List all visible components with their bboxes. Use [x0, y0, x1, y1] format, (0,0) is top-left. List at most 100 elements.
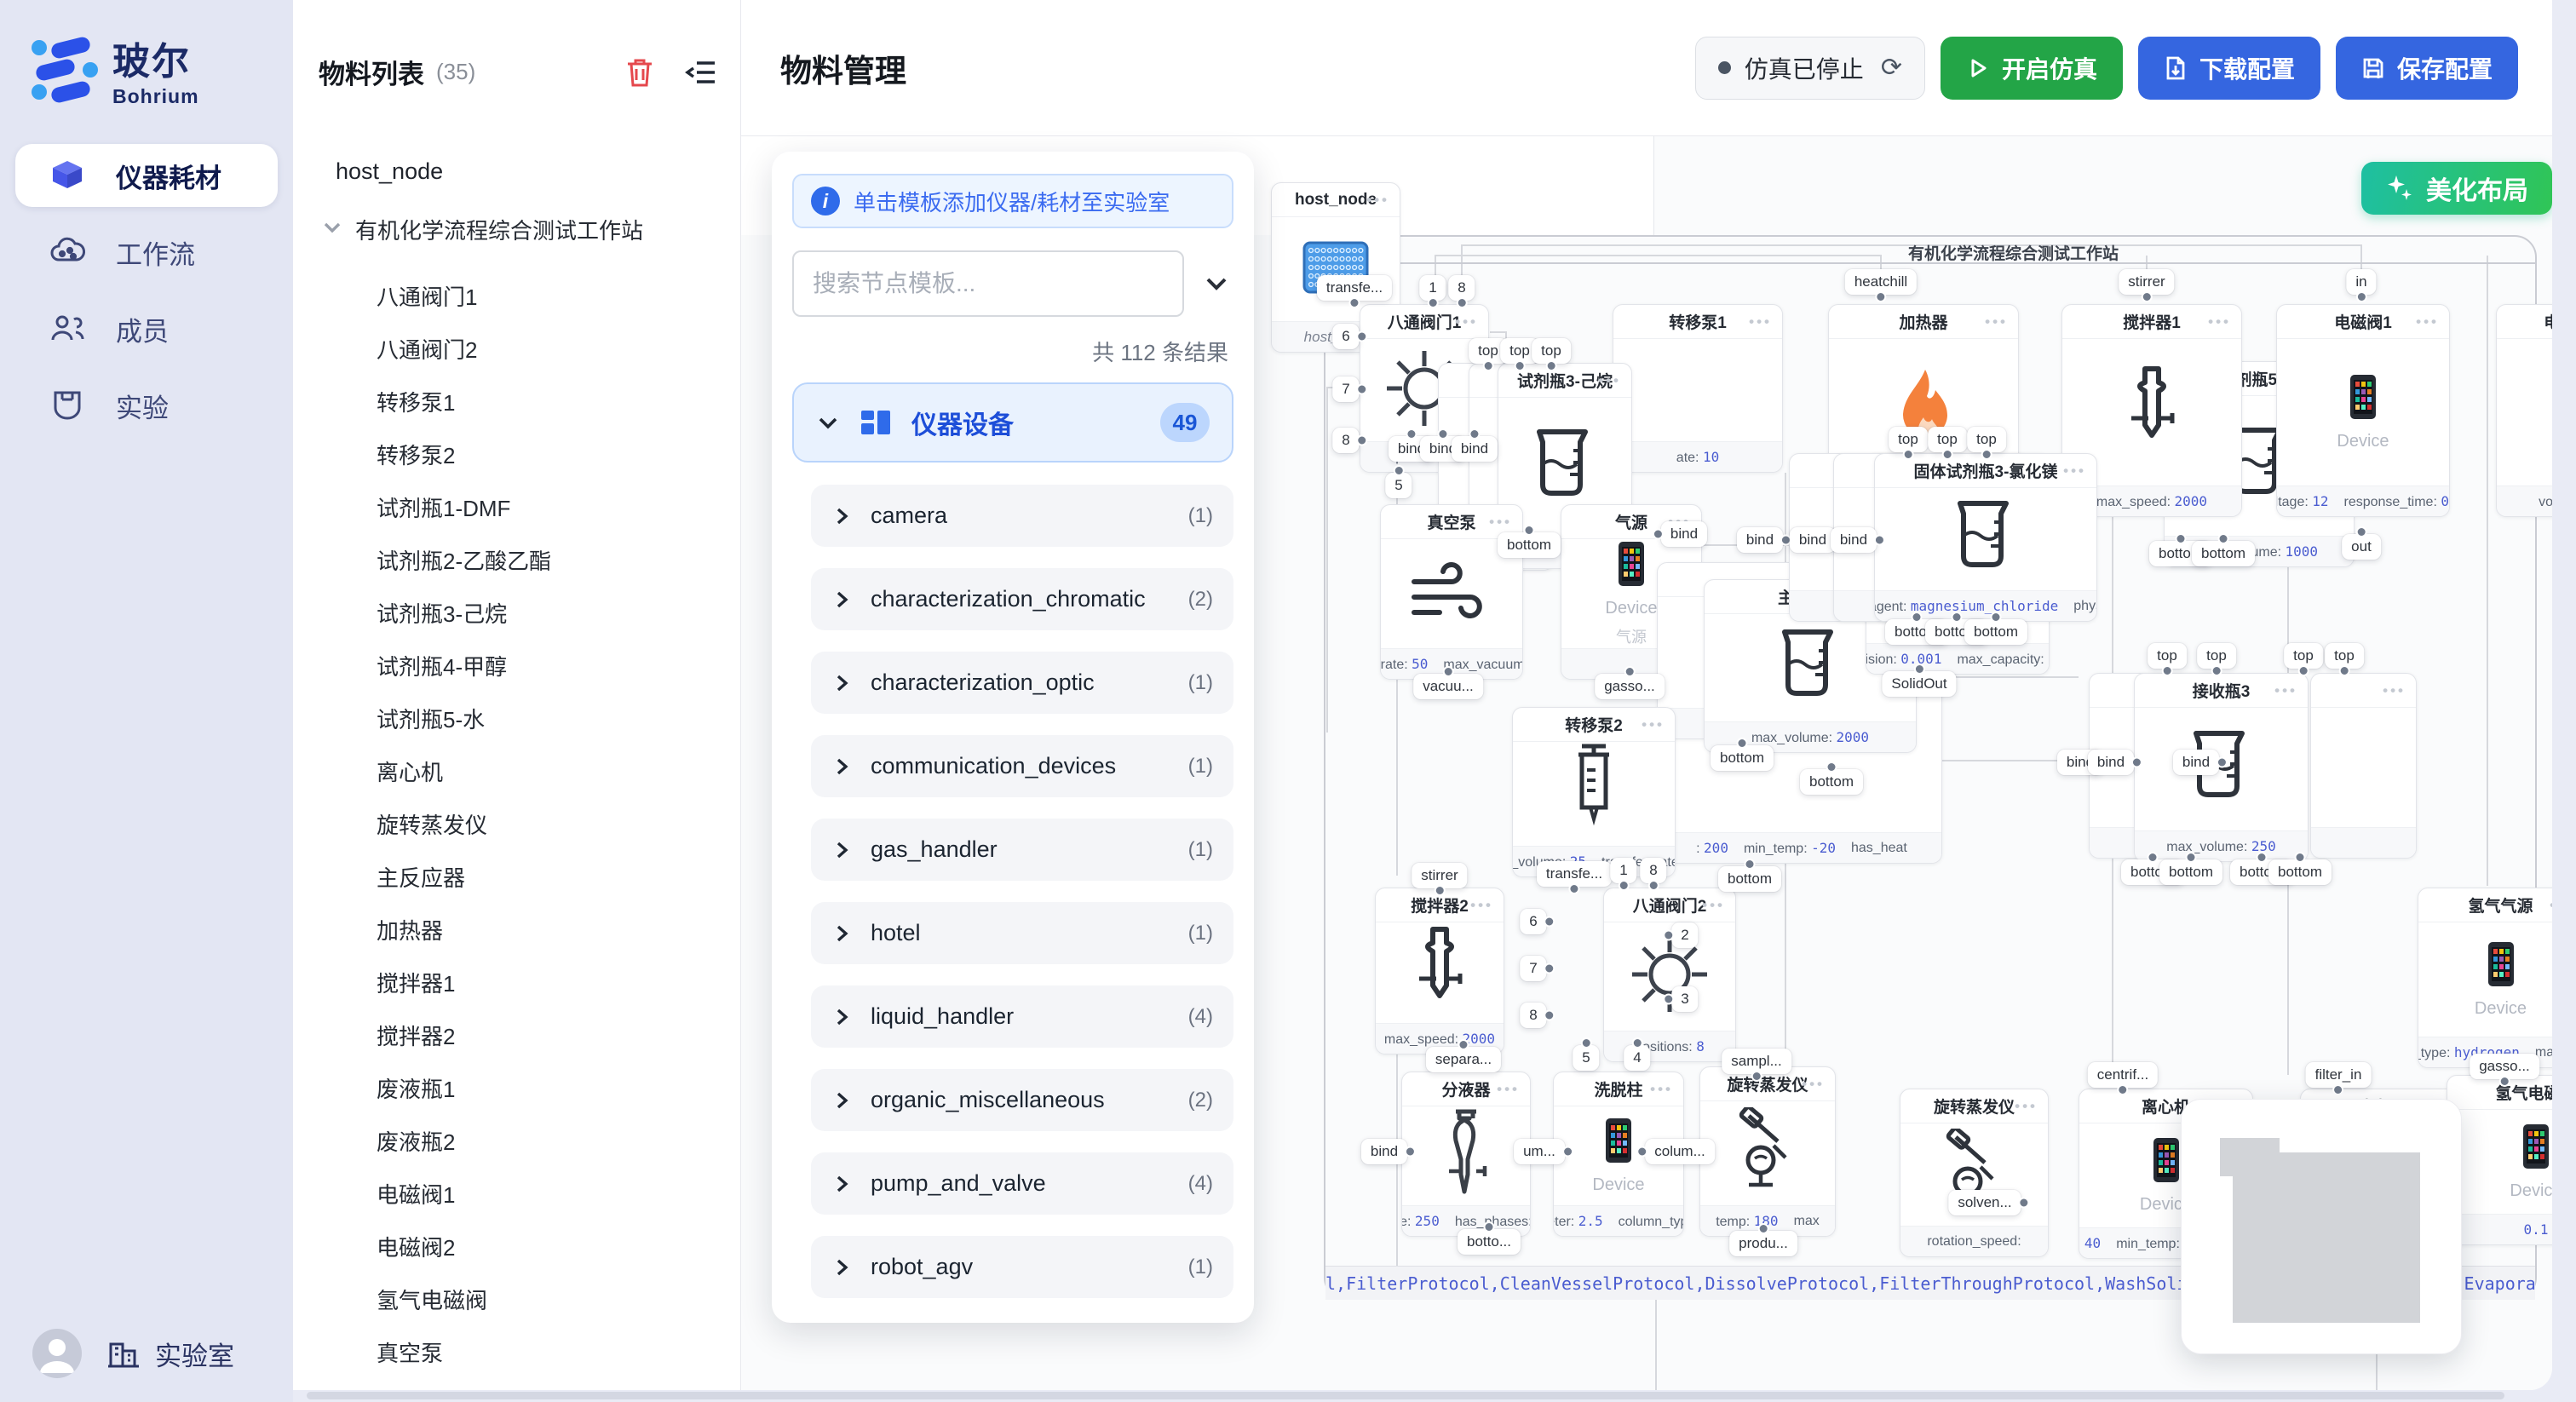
- node-menu-icon[interactable]: •••: [2383, 682, 2406, 699]
- template-group-pump_and_valve[interactable]: pump_and_valve(4): [811, 1152, 1233, 1215]
- port-1[interactable]: 1: [1419, 275, 1446, 301]
- node-menu-icon[interactable]: •••: [2063, 463, 2086, 480]
- category-instruments[interactable]: 仪器设备 49: [792, 382, 1233, 463]
- port-um...[interactable]: um...: [1514, 1139, 1565, 1164]
- node-menu-icon[interactable]: •••: [1489, 514, 1512, 531]
- port-botto...[interactable]: botto...: [1458, 1229, 1521, 1255]
- template-group-hotel[interactable]: hotel(1): [811, 902, 1233, 964]
- port-bind[interactable]: bind: [1361, 1139, 1407, 1164]
- node-menu-icon[interactable]: •••: [2015, 1098, 2038, 1115]
- port-centrif...[interactable]: centrif...: [2088, 1062, 2158, 1088]
- port-bind[interactable]: bind: [1452, 436, 1498, 462]
- tree-item[interactable]: 氢气电磁阀: [293, 1273, 740, 1325]
- port-bottom[interactable]: bottom: [2192, 541, 2255, 566]
- port-top[interactable]: top: [2197, 643, 2236, 669]
- port-separa...[interactable]: separa...: [1426, 1047, 1501, 1072]
- sidebar-item-仪器耗材[interactable]: 仪器耗材: [15, 144, 278, 207]
- node-menu-icon[interactable]: •••: [1366, 192, 1389, 209]
- search-input[interactable]: [792, 250, 1184, 317]
- port-colum...[interactable]: colum...: [1645, 1139, 1715, 1164]
- tree-item[interactable]: 试剂瓶2-乙酸乙酯: [293, 533, 740, 586]
- port-6[interactable]: 6: [1520, 909, 1546, 934]
- horizontal-scrollbar[interactable]: [307, 1392, 2504, 1399]
- canvas-node-固体试剂瓶3-氯化镁[interactable]: 固体试剂瓶3-氯化镁•••agent: magnesium_chlorideph…: [1874, 453, 2097, 622]
- tree-root[interactable]: host_node: [293, 158, 740, 185]
- port-bottom[interactable]: bottom: [2159, 859, 2222, 885]
- port-transfe...[interactable]: transfe...: [1537, 861, 1612, 887]
- template-group-characterization_chromatic[interactable]: characterization_chromatic(2): [811, 568, 1233, 630]
- chevron-down-icon[interactable]: [1199, 267, 1233, 301]
- delete-icon[interactable]: [623, 55, 657, 89]
- start-sim-button[interactable]: 开启仿真: [1941, 37, 2123, 100]
- template-group-communication_devices[interactable]: communication_devices(1): [811, 735, 1233, 797]
- tree-item[interactable]: 离心机: [293, 744, 740, 797]
- port-top[interactable]: top: [2148, 643, 2187, 669]
- port-7[interactable]: 7: [1520, 956, 1546, 981]
- port-bottom[interactable]: bottom: [2268, 859, 2332, 885]
- canvas-node-旋转蒸发仪[interactable]: 旋转蒸发仪•••rotation_speed:: [1900, 1089, 2049, 1257]
- tree-item[interactable]: 试剂瓶4-甲醇: [293, 639, 740, 692]
- port-top[interactable]: top: [1889, 427, 1928, 452]
- canvas-node-真空泵[interactable]: 真空泵•••ump_rate: 50max_vacuum: 0.1: [1380, 504, 1523, 680]
- canvas-node-电磁阀2[interactable]: 电磁阀2•••voltage: 12: [2496, 304, 2552, 517]
- port-heatchill[interactable]: heatchill: [1845, 269, 1917, 295]
- tree-item[interactable]: 加热器: [293, 903, 740, 956]
- avatar[interactable]: [32, 1329, 82, 1378]
- tree-item[interactable]: 旋转蒸发仪: [293, 797, 740, 850]
- port-top[interactable]: top: [2325, 643, 2364, 669]
- node-menu-icon[interactable]: •••: [1702, 897, 1725, 914]
- tree-group[interactable]: 有机化学流程综合测试工作站: [293, 214, 740, 245]
- canvas-node-氢气电磁阀[interactable]: 氢气电磁阀•••Device0.1: [2447, 1075, 2552, 1245]
- template-group-robot_agv[interactable]: robot_agv(1): [811, 1236, 1233, 1298]
- tree-item[interactable]: 主反应器: [293, 850, 740, 903]
- tree-item[interactable]: 废液瓶1: [293, 1061, 740, 1114]
- canvas-node-转移泵1[interactable]: 转移泵1•••ate: 10: [1613, 304, 1783, 473]
- template-group-gas_handler[interactable]: gas_handler(1): [811, 819, 1233, 881]
- port-produ...[interactable]: produ...: [1729, 1231, 1797, 1256]
- port-stirrer[interactable]: stirrer: [2119, 269, 2174, 295]
- port-bottom[interactable]: bottom: [1711, 745, 1774, 771]
- tree-item[interactable]: 转移泵1: [293, 375, 740, 428]
- canvas-node-氢气气源[interactable]: 氢气气源•••Device_type: hydrogenmax_pre: [2418, 888, 2552, 1068]
- sidebar-item-工作流[interactable]: 工作流: [15, 221, 278, 284]
- port-bottom[interactable]: bottom: [1964, 619, 2027, 645]
- port-top[interactable]: top: [1532, 338, 1571, 364]
- port-bind[interactable]: bind: [1790, 527, 1836, 553]
- tree-item[interactable]: 转移泵2: [293, 428, 740, 480]
- sidebar-item-实验[interactable]: 实验: [15, 374, 278, 437]
- sim-status-pill[interactable]: 仿真已停止 ⟳: [1695, 37, 1925, 100]
- node-menu-icon[interactable]: •••: [1650, 1081, 1673, 1098]
- download-config-button[interactable]: 下载配置: [2138, 37, 2320, 100]
- port-8[interactable]: 8: [1448, 275, 1475, 301]
- canvas-node[interactable]: •••: [2310, 673, 2417, 859]
- tree-item[interactable]: 八通阀门1: [293, 269, 740, 322]
- port-bind[interactable]: bind: [1831, 527, 1877, 553]
- node-menu-icon[interactable]: •••: [1749, 313, 1772, 330]
- port-solven...[interactable]: solven...: [1948, 1190, 2021, 1215]
- port-bind[interactable]: bind: [1737, 527, 1783, 553]
- node-menu-icon[interactable]: •••: [1497, 1081, 1520, 1098]
- port-bottom[interactable]: bottom: [1498, 532, 1561, 558]
- node-menu-icon[interactable]: •••: [2550, 897, 2552, 914]
- port-top[interactable]: top: [1928, 427, 1967, 452]
- beautify-layout-button[interactable]: 美化布局: [2361, 162, 2552, 215]
- sidebar-item-lab[interactable]: 实验室: [104, 1334, 234, 1373]
- port-gasso...[interactable]: gasso...: [1595, 674, 1665, 699]
- port-8[interactable]: 8: [1332, 428, 1359, 453]
- port-bind[interactable]: bind: [2173, 750, 2219, 775]
- port-8[interactable]: 8: [1520, 1003, 1546, 1028]
- port-top[interactable]: top: [1967, 427, 2006, 452]
- port-in[interactable]: in: [2346, 269, 2376, 295]
- canvas-node-旋转蒸发仪[interactable]: 旋转蒸发仪•••temp: 180max: [1699, 1066, 1836, 1237]
- node-menu-icon[interactable]: •••: [1470, 897, 1493, 914]
- node-menu-icon[interactable]: •••: [1455, 313, 1478, 330]
- tree-item[interactable]: 搅拌器1: [293, 956, 740, 1008]
- port-vacuu...[interactable]: vacuu...: [1413, 674, 1483, 699]
- port-1[interactable]: 1: [1610, 858, 1636, 883]
- node-menu-icon[interactable]: •••: [2416, 313, 2439, 330]
- node-menu-icon[interactable]: •••: [1598, 372, 1621, 389]
- template-group-camera[interactable]: camera(1): [811, 485, 1233, 547]
- port-3[interactable]: 3: [1671, 986, 1698, 1012]
- collapse-list-icon[interactable]: [684, 55, 718, 89]
- port-6[interactable]: 6: [1332, 324, 1359, 349]
